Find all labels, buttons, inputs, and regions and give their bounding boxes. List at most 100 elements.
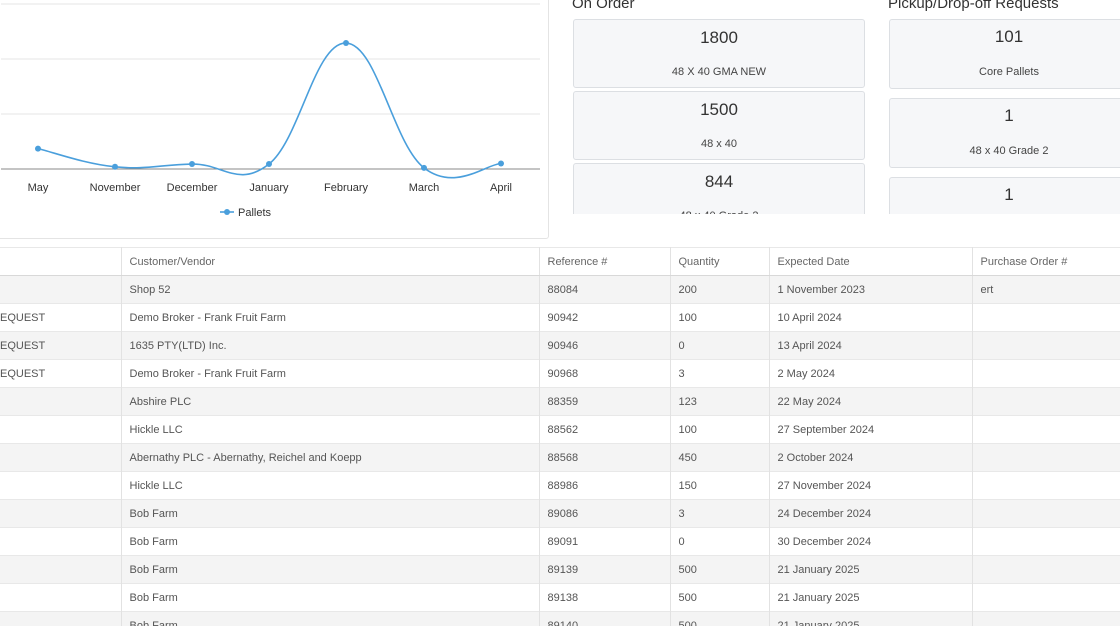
row-purchase-order (972, 471, 1120, 500)
table-row[interactable]: Bob Farm 89091 0 30 December 2024 (0, 527, 1120, 556)
row-type (0, 499, 122, 528)
row-expected-date: 21 January 2025 (769, 555, 973, 584)
row-quantity: 150 (670, 471, 770, 500)
row-purchase-order (972, 499, 1120, 528)
row-customer: Bob Farm (121, 527, 540, 556)
x-tick-label: March (409, 182, 440, 194)
table-row[interactable]: EQUEST Demo Broker - Frank Fruit Farm 9094… (0, 303, 1120, 332)
col-header-purchase-order[interactable]: Purchase Order # (972, 247, 1120, 276)
table-row[interactable]: Abernathy PLC - Abernathy, Reichel and K… (0, 443, 1120, 472)
row-reference: 90946 (539, 331, 671, 360)
table-row[interactable]: Bob Farm 89086 3 24 December 2024 (0, 499, 1120, 528)
row-reference: 90968 (539, 359, 671, 388)
stat-card-value: 1500 (700, 100, 738, 119)
pickup-title: Pickup/Drop-off Requests (888, 0, 1059, 12)
row-customer: Demo Broker - Frank Fruit Farm (121, 359, 540, 388)
row-quantity: 3 (670, 499, 770, 528)
row-quantity: 500 (670, 555, 770, 584)
table-row[interactable]: Abshire PLC 88359 123 22 May 2024 (0, 387, 1120, 416)
table-row[interactable]: Bob Farm 89140 500 21 January 2025 (0, 611, 1120, 626)
data-point (189, 161, 195, 168)
series-line-pallets (37, 42, 502, 179)
row-type (0, 443, 122, 472)
row-type (0, 275, 122, 304)
row-expected-date: 10 April 2024 (769, 303, 973, 332)
row-type: EQUEST (0, 331, 122, 360)
stat-card[interactable]: 1800 48 X 40 GMA NEW (573, 19, 865, 88)
col-header-type[interactable] (0, 247, 122, 276)
table-row[interactable]: Shop 52 88084 200 1 November 2023 ert (0, 275, 1120, 304)
row-customer: Hickle LLC (121, 471, 540, 500)
x-tick-label: February (324, 182, 369, 194)
stat-card-label: 48 x 40 Grade 2 (574, 210, 864, 214)
orders-table: Customer/Vendor Reference # Quantity Exp… (0, 247, 1120, 626)
row-customer: Bob Farm (121, 499, 540, 528)
row-customer: Bob Farm (121, 555, 540, 584)
row-quantity: 500 (670, 583, 770, 612)
stat-card[interactable]: 1500 48 x 40 (573, 91, 865, 160)
data-point (498, 160, 504, 167)
table-row[interactable]: EQUEST 1635 PTY(LTD) Inc. 90946 0 13 April 2… (0, 331, 1120, 360)
stat-card-value: 1800 (700, 28, 738, 47)
row-expected-date: 30 December 2024 (769, 527, 973, 556)
row-reference: 89140 (539, 611, 671, 626)
row-expected-date: 27 September 2024 (769, 415, 973, 444)
stat-card[interactable]: 101 Core Pallets (889, 19, 1120, 89)
chart-panel: May November December January February March A… (0, 0, 549, 239)
stat-card-value: 1 (1004, 185, 1014, 204)
row-reference: 89091 (539, 527, 671, 556)
row-quantity: 0 (670, 527, 770, 556)
table-row[interactable]: Bob Farm 89138 500 21 January 2025 (0, 583, 1120, 612)
stat-card[interactable]: 844 48 x 40 Grade 2 (573, 163, 865, 214)
table-row[interactable]: EQUEST Demo Broker - Frank Fruit Farm 9096… (0, 359, 1120, 388)
row-type (0, 555, 122, 584)
col-header-reference[interactable]: Reference # (539, 247, 671, 276)
row-type: EQUEST (0, 303, 122, 332)
table-row[interactable]: Bob Farm 89139 500 21 January 2025 (0, 555, 1120, 584)
data-point (112, 163, 118, 170)
on-order-list[interactable]: 1800 48 X 40 GMA NEW 1500 48 x 40 844 48 x 40… (573, 19, 865, 214)
row-expected-date: 21 January 2025 (769, 583, 973, 612)
data-point (266, 161, 272, 168)
row-purchase-order (972, 415, 1120, 444)
row-customer: Hickle LLC (121, 415, 540, 444)
row-expected-date: 27 November 2024 (769, 471, 973, 500)
table-row[interactable]: Hickle LLC 88986 150 27 November 2024 (0, 471, 1120, 500)
data-point (35, 145, 41, 152)
stat-card-label: Core Pallets (979, 66, 1039, 78)
row-expected-date: 2 May 2024 (769, 359, 973, 388)
row-type (0, 387, 122, 416)
col-header-quantity[interactable]: Quantity (670, 247, 770, 276)
col-header-customer[interactable]: Customer/Vendor (121, 247, 540, 276)
row-purchase-order (972, 359, 1120, 388)
row-customer: Bob Farm (121, 611, 540, 626)
row-customer: Abernathy PLC - Abernathy, Reichel and K… (121, 443, 540, 472)
col-header-expected-date[interactable]: Expected Date (769, 247, 973, 276)
row-type: EQUEST (0, 359, 122, 388)
row-reference: 89139 (539, 555, 671, 584)
table-row[interactable]: Hickle LLC 88562 100 27 September 2024 (0, 415, 1120, 444)
row-expected-date: 22 May 2024 (769, 387, 973, 416)
row-purchase-order (972, 303, 1120, 332)
pickup-list[interactable]: 101 Core Pallets 1 48 x 40 Grade 2 1 (889, 19, 1120, 214)
row-type (0, 415, 122, 444)
stat-card-value: 1 (1004, 106, 1014, 125)
row-quantity: 500 (670, 611, 770, 626)
stat-card[interactable]: 1 48 x 40 Grade 2 (889, 98, 1120, 168)
stat-card[interactable]: 1 (889, 177, 1120, 214)
row-quantity: 0 (670, 331, 770, 360)
row-purchase-order (972, 331, 1120, 360)
row-type (0, 471, 122, 500)
row-reference: 90942 (539, 303, 671, 332)
row-reference: 88568 (539, 443, 671, 472)
row-quantity: 123 (670, 387, 770, 416)
row-reference: 88359 (539, 387, 671, 416)
on-order-title: On Order (572, 0, 635, 12)
row-reference: 89086 (539, 499, 671, 528)
x-tick-label: December (167, 182, 218, 194)
row-quantity: 200 (670, 275, 770, 304)
row-purchase-order (972, 527, 1120, 556)
row-purchase-order (972, 611, 1120, 626)
x-tick-label: January (249, 182, 289, 194)
row-expected-date: 1 November 2023 (769, 275, 973, 304)
